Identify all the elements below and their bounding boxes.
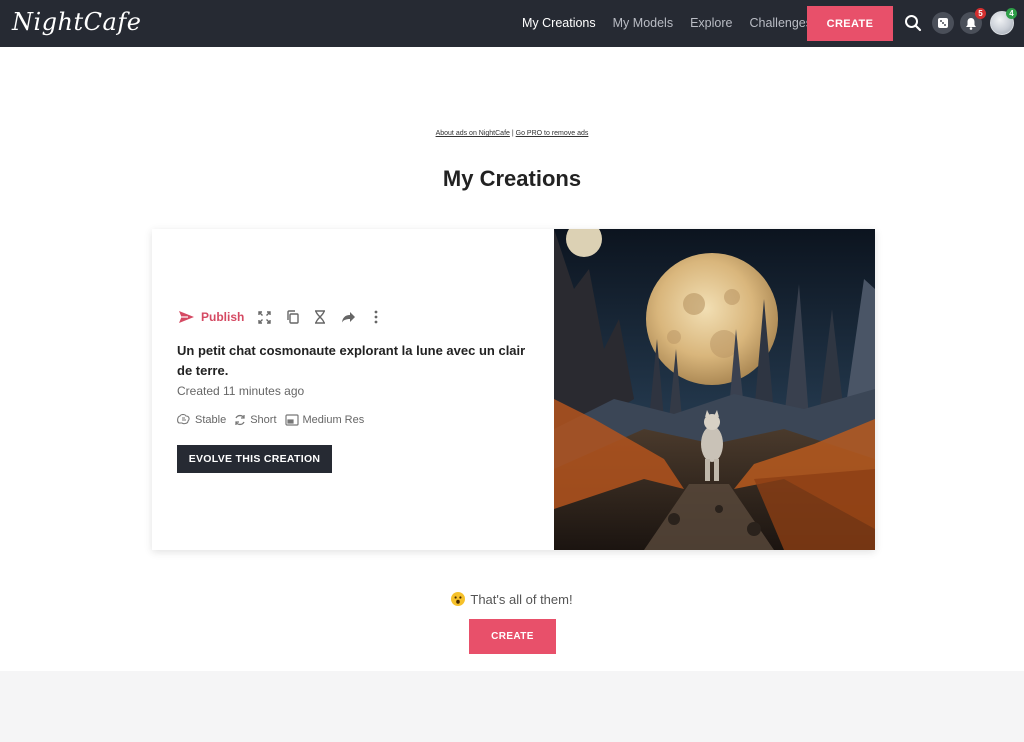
footer-area bbox=[0, 671, 1024, 742]
model-info: Stable bbox=[177, 414, 226, 426]
publish-button[interactable]: Publish bbox=[178, 310, 244, 324]
about-ads-link[interactable]: About ads on NightCafe bbox=[436, 130, 510, 137]
end-of-list-message: That's all of them! bbox=[0, 592, 1024, 607]
resolution-info: Medium Res bbox=[284, 414, 365, 426]
top-navbar: NightCafe My Creations My Models Explore… bbox=[0, 0, 1024, 47]
nav-challenges[interactable]: Challenges bbox=[749, 16, 812, 30]
model-label: Stable bbox=[195, 414, 227, 426]
search-icon[interactable] bbox=[902, 12, 924, 34]
ads-notice: About ads on NightCafe | Go PRO to remov… bbox=[0, 130, 1024, 137]
creation-actions: Publish bbox=[178, 309, 384, 325]
creation-card: Publish Un petit chat cosmonaute explora… bbox=[152, 229, 875, 550]
nav-explore[interactable]: Explore bbox=[690, 16, 732, 30]
more-options-icon[interactable] bbox=[368, 309, 384, 325]
nightcafe-logo[interactable]: NightCafe bbox=[12, 8, 141, 36]
created-time: Created 11 minutes ago bbox=[177, 384, 305, 398]
copy-icon[interactable] bbox=[284, 309, 300, 325]
main-nav: My Creations My Models Explore Challenge… bbox=[522, 16, 829, 30]
dice-icon[interactable] bbox=[932, 12, 954, 34]
nav-my-models[interactable]: My Models bbox=[613, 16, 673, 30]
creation-prompt[interactable]: Un petit chat cosmonaute explorant la lu… bbox=[177, 341, 537, 381]
share-icon[interactable] bbox=[340, 309, 356, 325]
nav-my-creations[interactable]: My Creations bbox=[522, 16, 596, 30]
create-button-footer[interactable]: CREATE bbox=[469, 619, 556, 654]
end-of-list-text: That's all of them! bbox=[470, 592, 573, 607]
algorithm-icon bbox=[177, 414, 190, 425]
resolution-label: Medium Res bbox=[302, 414, 365, 426]
notification-badge: 5 bbox=[975, 8, 986, 19]
hourglass-icon[interactable] bbox=[312, 309, 328, 325]
page-title: My Creations bbox=[442, 166, 582, 191]
avatar-badge: 4 bbox=[1006, 8, 1017, 19]
send-icon bbox=[179, 311, 194, 323]
cat-astronaut-moon-image[interactable] bbox=[554, 229, 875, 550]
ads-separator: | bbox=[511, 130, 514, 137]
surprised-emoji-icon bbox=[451, 592, 466, 606]
create-button-header[interactable]: CREATE bbox=[807, 6, 893, 41]
creation-settings: Stable Short Medium Res bbox=[177, 414, 372, 426]
expand-icon[interactable] bbox=[256, 309, 272, 325]
cycle-icon bbox=[235, 414, 245, 426]
go-pro-link[interactable]: Go PRO to remove ads bbox=[516, 130, 589, 137]
publish-label: Publish bbox=[201, 310, 245, 324]
duration-label: Short bbox=[250, 414, 277, 426]
evolve-creation-button[interactable]: EVOLVE THIS CREATION bbox=[177, 445, 332, 473]
resolution-icon bbox=[284, 414, 299, 426]
duration-info: Short bbox=[234, 414, 277, 426]
